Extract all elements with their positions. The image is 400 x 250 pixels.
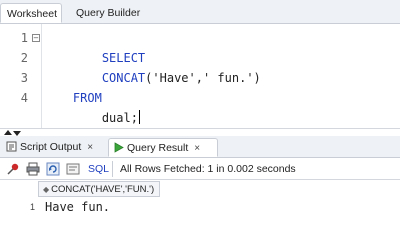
fold-toggle-icon[interactable]: − xyxy=(32,34,40,42)
close-icon[interactable]: × xyxy=(87,142,93,153)
line-number: 3 xyxy=(20,71,28,85)
result-grid-header: ◆ CONCAT('HAVE','FUN.') xyxy=(0,180,400,198)
pin-icon[interactable] xyxy=(6,162,20,176)
line-number: 1 xyxy=(20,31,28,45)
pane-splitter[interactable] xyxy=(0,128,400,136)
tab-worksheet[interactable]: Worksheet xyxy=(0,3,62,23)
print-icon[interactable] xyxy=(26,162,40,176)
collapse-up-icon[interactable] xyxy=(4,130,12,135)
refresh-icon[interactable] xyxy=(46,162,60,176)
result-grid-empty-area xyxy=(0,216,400,250)
function-concat: CONCAT xyxy=(101,71,146,85)
column-header[interactable]: ◆ CONCAT('HAVE','FUN.') xyxy=(38,181,160,197)
close-icon[interactable]: × xyxy=(194,143,200,154)
column-header-label: CONCAT('HAVE','FUN.') xyxy=(51,184,155,195)
code-line-1: SELECT xyxy=(44,28,145,65)
sql-icon[interactable] xyxy=(66,162,80,176)
table-cell[interactable]: Have fun. xyxy=(45,199,110,215)
sql-button[interactable]: SQL xyxy=(88,162,109,176)
tab-query-result[interactable]: Query Result × xyxy=(108,138,218,157)
script-output-icon xyxy=(6,141,17,152)
line-gutter: 1 − 2 3 4 xyxy=(0,24,42,128)
result-toolbar: SQL All Rows Fetched: 1 in 0.002 seconds xyxy=(0,158,400,180)
table-name: dual; xyxy=(101,111,138,125)
tab-query-result-label: Query Result xyxy=(127,142,189,154)
sql-editor[interactable]: 1 − 2 3 4 SELECT CONCAT('Have',' fun.') … xyxy=(0,24,400,128)
play-icon xyxy=(114,142,124,153)
toolbar-divider xyxy=(112,161,113,177)
table-row[interactable]: 1 Have fun. xyxy=(0,198,400,216)
sort-icon: ◆ xyxy=(43,185,50,194)
line-number: 2 xyxy=(20,51,28,65)
code-line-2: CONCAT('Have',' fun.') xyxy=(44,48,261,85)
code-line-3: FROM xyxy=(44,68,102,105)
line-number: 4 xyxy=(20,91,28,105)
tab-script-output-label: Script Output xyxy=(20,141,82,153)
output-tab-bar: Script Output × Query Result × xyxy=(0,136,400,158)
top-tab-bar: Worksheet Query Builder xyxy=(0,0,400,24)
function-args: ('Have',' fun.') xyxy=(145,71,261,85)
fetch-status: All Rows Fetched: 1 in 0.002 seconds xyxy=(120,163,296,175)
row-number: 1 xyxy=(30,202,36,212)
code-line-4: dual; xyxy=(44,88,140,125)
tab-script-output[interactable]: Script Output × xyxy=(2,138,106,157)
text-caret xyxy=(138,110,140,124)
tab-query-builder[interactable]: Query Builder xyxy=(70,3,146,23)
